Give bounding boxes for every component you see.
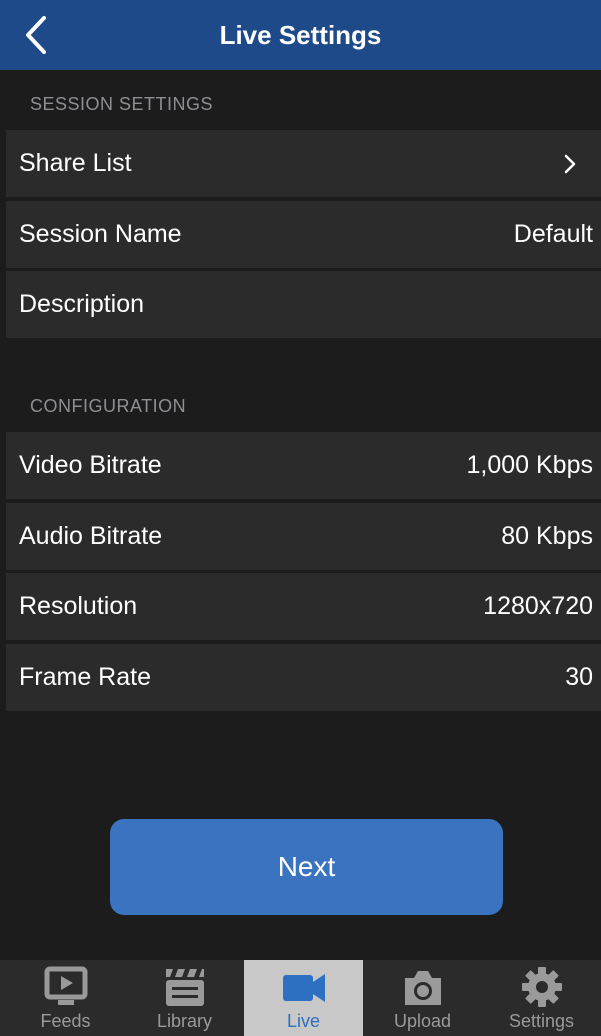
- row-audio-bitrate[interactable]: Audio Bitrate 80 Kbps: [6, 501, 601, 570]
- row-label: Video Bitrate: [19, 451, 162, 479]
- row-label: Session Name: [19, 220, 182, 248]
- video-camera-icon: [280, 965, 328, 1009]
- tab-bar: Feeds Library Live Upload Settings: [0, 960, 601, 1036]
- row-share-list[interactable]: Share List: [6, 128, 601, 197]
- row-resolution[interactable]: Resolution 1280x720: [6, 571, 601, 640]
- section-header-configuration: CONFIGURATION: [0, 372, 601, 430]
- chevron-right-icon: [564, 154, 576, 173]
- tab-live[interactable]: Live: [244, 960, 363, 1036]
- row-label: Description: [19, 290, 145, 318]
- page-title: Live Settings: [219, 19, 382, 50]
- chevron-left-icon: [26, 16, 46, 54]
- gear-icon: [518, 965, 566, 1009]
- row-video-bitrate[interactable]: Video Bitrate 1,000 Kbps: [6, 430, 601, 499]
- row-session-name[interactable]: Session Name Default: [6, 199, 601, 268]
- tab-label: Settings: [508, 1011, 575, 1031]
- tab-label: Live: [286, 1011, 321, 1031]
- clapperboard-icon: [161, 965, 209, 1009]
- row-label: Share List: [19, 149, 132, 177]
- navigation-bar: Live Settings: [0, 0, 601, 70]
- camera-icon: [399, 965, 447, 1009]
- tab-label: Feeds: [40, 1011, 91, 1031]
- row-value: Default: [513, 220, 593, 248]
- next-button[interactable]: Next: [110, 819, 503, 915]
- row-value: 30: [565, 663, 593, 691]
- row-value: 1280x720: [483, 592, 593, 620]
- row-label: Resolution: [19, 592, 138, 620]
- row-value: 80 Kbps: [501, 522, 593, 550]
- tab-library[interactable]: Library: [125, 960, 244, 1036]
- tab-label: Upload: [393, 1011, 452, 1031]
- row-label: Audio Bitrate: [19, 522, 163, 550]
- row-label: Frame Rate: [19, 663, 151, 691]
- tab-upload[interactable]: Upload: [363, 960, 482, 1036]
- section-header-session: SESSION SETTINGS: [0, 70, 601, 128]
- tv-play-icon: [42, 965, 90, 1009]
- tab-settings[interactable]: Settings: [482, 960, 601, 1036]
- row-value: 1,000 Kbps: [466, 451, 594, 479]
- back-button[interactable]: [24, 12, 64, 58]
- tab-feeds[interactable]: Feeds: [6, 960, 125, 1036]
- row-description[interactable]: Description: [6, 269, 601, 338]
- tab-label: Library: [156, 1011, 213, 1031]
- row-frame-rate[interactable]: Frame Rate 30: [6, 642, 601, 711]
